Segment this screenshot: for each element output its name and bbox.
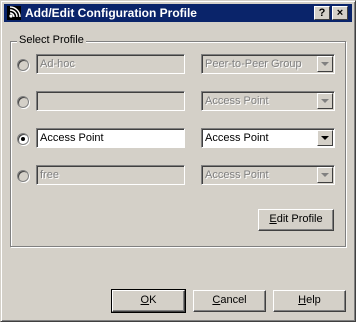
dropdown-button-2[interactable] [317,93,333,109]
ok-button[interactable]: OK [111,289,186,313]
radio-selected-dot [21,137,25,141]
chevron-down-icon [321,62,329,66]
profile-radio-4[interactable] [17,170,29,182]
select-profile-label: Select Profile [17,34,86,46]
profile-radio-2[interactable] [17,96,29,108]
cancel-button[interactable]: Cancel [193,290,266,312]
edit-profile-button[interactable]: Edit Profile [258,209,334,231]
dropdown-button-3[interactable] [317,130,333,146]
edit-profile-accel: E [269,213,277,225]
wireless-signal-icon [7,6,21,20]
profile-name-field-1[interactable]: Ad-hoc [36,54,185,74]
dialog-window: Add/Edit Configuration Profile ? × Selec… [0,0,356,322]
help-title-button[interactable]: ? [314,6,330,20]
profile-mode-select-2[interactable]: Access Point [201,91,335,111]
profile-radio-3[interactable] [17,133,29,145]
profile-mode-value-2: Access Point [205,95,269,107]
profile-mode-select-4[interactable]: Access Point [201,165,335,185]
help-label: elp [306,294,321,306]
ok-accel: O [140,294,150,306]
profile-name-field-3[interactable]: Access Point [36,128,185,148]
chevron-down-icon [321,99,329,103]
profile-mode-select-3[interactable]: Access Point [201,128,335,148]
profile-mode-select-1[interactable]: Peer-to-Peer Group [201,54,335,74]
profile-name-field-2[interactable] [36,91,185,111]
help-button[interactable]: Help [273,290,346,312]
ok-label: K [149,294,157,306]
profile-mode-value-4: Access Point [205,169,269,181]
dropdown-button-4[interactable] [317,167,333,183]
cancel-label: ancel [220,294,247,306]
profile-mode-value-3: Access Point [205,132,269,144]
profile-radio-1[interactable] [17,59,29,71]
window-title: Add/Edit Configuration Profile [25,6,197,20]
chevron-down-icon [321,173,329,177]
chevron-down-icon [321,136,329,140]
profile-mode-value-1: Peer-to-Peer Group [205,58,302,70]
help-accel: H [298,294,307,306]
title-bar[interactable]: Add/Edit Configuration Profile ? × [4,4,352,22]
dropdown-button-1[interactable] [317,56,333,72]
close-button[interactable]: × [332,6,348,20]
profile-name-field-4[interactable]: free [36,165,185,185]
edit-profile-label: dit Profile [276,213,323,225]
